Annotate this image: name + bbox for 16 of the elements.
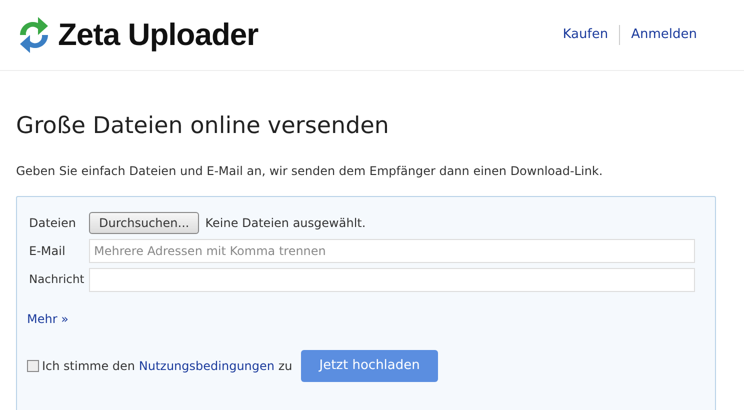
terms-link[interactable]: Nutzungsbedingungen — [138, 358, 275, 372]
page-title: Große Dateien online versenden — [16, 112, 390, 141]
terms-checkbox[interactable] — [27, 360, 39, 372]
field-label: Nachricht — [28, 270, 86, 288]
logo-text: Zeta Uploader — [58, 16, 258, 54]
field-label: Dateien — [28, 214, 78, 232]
message-field[interactable] — [89, 268, 695, 292]
consent-text: Ich stimme den Nutzungsbedingungen zu — [42, 358, 292, 374]
nav-link[interactable]: Anmelden — [619, 25, 708, 45]
nav-link[interactable]: Kaufen — [552, 25, 620, 45]
field-label: E-Mail — [28, 242, 66, 260]
description: Geben Sie einfach Dateien und E-Mail an, wir senden dem Empfänger dann einen Download-Link. — [16, 162, 604, 180]
file-status: Keine Dateien ausgewählt. — [205, 214, 366, 232]
more-link[interactable]: Mehr » — [27, 310, 68, 328]
email-field[interactable]: Mehrere Adressen mit Komma trennen — [89, 238, 695, 262]
browse-button[interactable]: Durchsuchen... — [89, 212, 200, 234]
